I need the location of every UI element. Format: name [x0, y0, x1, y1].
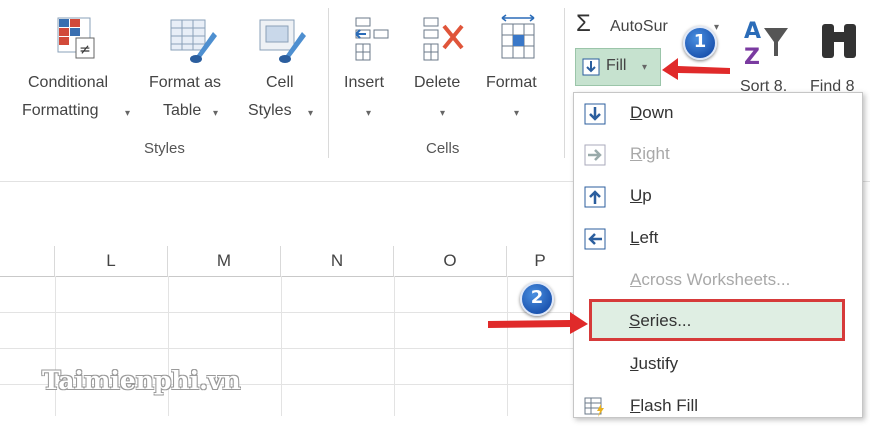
fill-dropdown-menu: Down Right Up Left Across Worksheets... … — [573, 92, 863, 418]
svg-text:A: A — [744, 19, 761, 44]
menu-item-across-worksheets[interactable]: Across Worksheets... — [574, 261, 862, 301]
step-badge-1: 1 — [683, 26, 717, 60]
format-button[interactable]: Format ▾ — [482, 10, 556, 135]
fill-label: Fill — [606, 57, 627, 74]
svg-text:≠: ≠ — [79, 42, 91, 58]
column-header-l[interactable]: L — [55, 246, 168, 277]
cell-styles-button[interactable]: Cell Styles ▾ — [246, 10, 322, 135]
format-cells-icon — [501, 14, 535, 59]
column-gridline — [281, 276, 282, 416]
styles-group-label: Styles — [144, 140, 185, 157]
chevron-down-icon: ▾ — [642, 62, 648, 73]
fill-down-icon — [582, 58, 600, 76]
cells-group-label: Cells — [426, 140, 460, 157]
menu-item-series-label: Series... — [629, 311, 692, 330]
column-gridline — [394, 276, 395, 416]
column-header-m[interactable]: M — [168, 246, 281, 277]
delete-cells-icon — [423, 17, 464, 61]
format-as-table-line1: Format as — [149, 74, 222, 91]
chevron-down-icon: ▾ — [308, 108, 314, 119]
column-gridline — [168, 276, 169, 416]
fill-up-icon — [584, 186, 606, 208]
menu-item-up[interactable]: Up — [574, 177, 862, 217]
menu-item-left[interactable]: Left — [574, 219, 862, 259]
menu-item-label: Down — [630, 103, 674, 122]
format-as-table-icon — [170, 19, 217, 63]
format-label: Format — [486, 74, 537, 91]
column-header-o[interactable]: O — [394, 246, 507, 277]
watermark: Taimienphi.vn — [42, 366, 241, 395]
series-highlight[interactable]: Series... — [589, 299, 845, 341]
conditional-formatting-line1: Conditional — [28, 74, 109, 91]
fill-down-icon — [584, 103, 606, 125]
find-select-button[interactable]: Find 8 — [808, 10, 870, 95]
conditional-formatting-button[interactable]: ≠ Conditional Formatting ▾ — [22, 10, 144, 135]
chevron-down-icon: ▾ — [714, 22, 720, 33]
format-as-table-line2: Table — [163, 102, 202, 119]
menu-item-label: Justify — [630, 354, 679, 373]
flash-fill-icon — [584, 397, 604, 417]
cell-styles-line2: Styles — [248, 102, 292, 119]
cell-styles-icon — [259, 19, 306, 63]
menu-item-label: Up — [630, 186, 652, 205]
chevron-down-icon: ▾ — [514, 108, 520, 119]
menu-item-right[interactable]: Right — [574, 135, 862, 175]
menu-item-label: Flash Fill — [630, 396, 699, 415]
group-separator — [328, 8, 329, 158]
delete-label: Delete — [414, 74, 461, 91]
group-separator — [564, 8, 565, 158]
delete-button[interactable]: Delete ▾ — [410, 10, 480, 135]
row-header-corner — [0, 246, 55, 277]
svg-text:Z: Z — [744, 45, 760, 70]
menu-item-label: Right — [630, 144, 670, 163]
format-as-table-button[interactable]: Format as Table ▾ — [147, 10, 243, 135]
fill-right-icon — [584, 144, 606, 166]
menu-item-down[interactable]: Down — [574, 94, 862, 134]
fill-left-icon — [584, 228, 606, 250]
insert-cells-icon — [355, 17, 389, 61]
column-header-p[interactable]: P — [507, 246, 573, 277]
column-gridline — [55, 276, 56, 416]
chevron-down-icon: ▾ — [213, 108, 219, 119]
insert-label: Insert — [344, 74, 385, 91]
chevron-down-icon: ▾ — [125, 108, 131, 119]
menu-item-label: Left — [630, 228, 659, 247]
sort-filter-button[interactable]: A Z Sort 8. — [738, 10, 804, 95]
sigma-icon: Σ — [576, 10, 591, 37]
fill-button[interactable]: Fill ▾ — [575, 48, 661, 86]
conditional-formatting-line2: Formatting — [22, 102, 99, 119]
sort-filter-icon: A Z — [744, 19, 788, 70]
row-gridline — [0, 348, 580, 349]
autosum-label: AutoSur — [610, 18, 668, 35]
menu-item-label: Across Worksheets... — [630, 270, 791, 289]
menu-item-flash-fill[interactable]: Flash Fill — [574, 387, 862, 427]
chevron-down-icon: ▾ — [440, 108, 446, 119]
step-badge-2: 2 — [520, 282, 554, 316]
conditional-formatting-icon: ≠ — [57, 17, 95, 59]
column-gridline — [507, 276, 508, 416]
binoculars-icon — [822, 24, 856, 58]
chevron-down-icon: ▾ — [366, 108, 372, 119]
column-header-n[interactable]: N — [281, 246, 394, 277]
insert-button[interactable]: Insert ▾ — [338, 10, 402, 135]
menu-item-justify[interactable]: Justify — [574, 345, 862, 385]
cell-styles-line1: Cell — [266, 74, 294, 91]
